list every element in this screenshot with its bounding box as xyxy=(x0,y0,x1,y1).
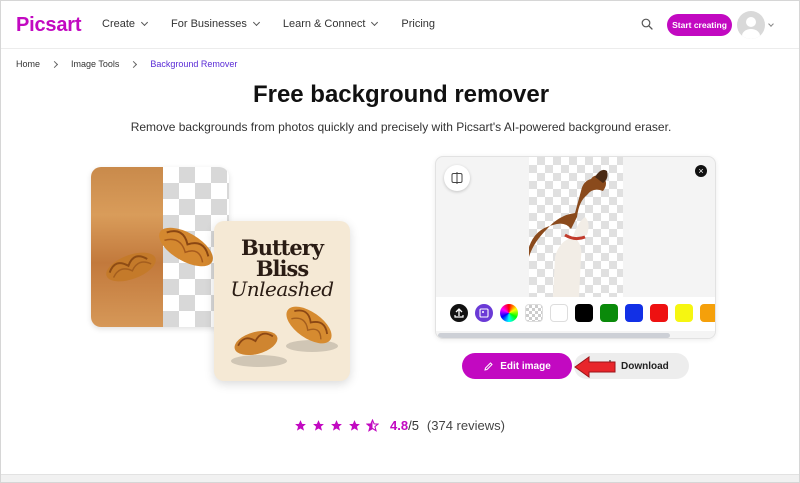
background-swatch-bar xyxy=(436,297,715,331)
nav-for-businesses[interactable]: For Businesses xyxy=(171,18,260,30)
croissant-image xyxy=(231,306,338,367)
star-icon xyxy=(295,420,306,431)
star-icon xyxy=(331,420,342,431)
nav-create[interactable]: Create xyxy=(102,18,149,30)
nav-for-businesses-label: For Businesses xyxy=(171,18,247,30)
chevron-right-icon xyxy=(130,60,138,68)
croissant-image xyxy=(106,227,213,282)
edit-image-label: Edit image xyxy=(500,360,551,372)
avatar[interactable] xyxy=(737,11,765,39)
page-subtitle: Remove backgrounds from photos quickly a… xyxy=(130,120,672,134)
breadcrumb-background-remover[interactable]: Background Remover xyxy=(150,59,237,69)
rating: 4.8 /5 (374 reviews) xyxy=(294,418,505,433)
chevron-down-icon xyxy=(371,18,379,27)
page-title: Free background remover xyxy=(252,81,550,108)
star-icon xyxy=(313,420,324,431)
horizontal-scrollbar[interactable] xyxy=(436,331,715,338)
chevron-down-icon xyxy=(140,18,149,27)
nav-create-label: Create xyxy=(102,18,136,30)
picsart-logo[interactable]: Picsart xyxy=(16,14,82,37)
swatch-yellow[interactable] xyxy=(675,304,693,322)
search-icon[interactable] xyxy=(641,18,653,30)
browser-viewport: Picsart Create For Businesses Learn & Co… xyxy=(0,0,800,483)
upload-icon[interactable] xyxy=(450,304,468,322)
scrollbar-thumb[interactable] xyxy=(438,333,670,338)
swatch-red[interactable] xyxy=(650,304,668,322)
image-replace-icon[interactable] xyxy=(475,304,493,322)
avatar-chevron-icon[interactable] xyxy=(768,21,774,27)
buttery-bliss-card: Buttery Bliss Unleashed xyxy=(214,221,350,381)
window-bottom-edge xyxy=(1,474,799,482)
nav-learn-connect[interactable]: Learn & Connect xyxy=(282,18,379,30)
start-creating-button[interactable]: Start creating xyxy=(667,14,732,36)
download-label: Download xyxy=(621,360,669,372)
rating-value: 4.8 xyxy=(390,418,409,433)
red-arrow-icon xyxy=(574,356,616,378)
compare-icon xyxy=(451,172,463,184)
review-count[interactable]: (374 reviews) xyxy=(427,418,505,433)
breadcrumb: Home Image Tools Background Remover xyxy=(16,59,237,69)
breadcrumb-home[interactable]: Home xyxy=(16,59,40,69)
swatch-blue[interactable] xyxy=(625,304,643,322)
editor-preview: × xyxy=(435,156,716,339)
swatch-white[interactable] xyxy=(550,304,568,322)
color-wheel-icon[interactable] xyxy=(500,304,518,322)
main-nav: Create For Businesses Learn & Connect Pr… xyxy=(102,18,459,30)
dog-image xyxy=(529,169,608,297)
edit-image-button[interactable]: Edit image xyxy=(462,353,572,379)
close-icon[interactable]: × xyxy=(695,165,707,177)
before-after-image xyxy=(91,167,229,327)
breadcrumb-image-tools[interactable]: Image Tools xyxy=(71,59,119,69)
nav-learn-connect-label: Learn & Connect xyxy=(282,18,366,30)
swatch-black[interactable] xyxy=(575,304,593,322)
half-star-icon xyxy=(366,419,379,432)
transparent-icon[interactable] xyxy=(525,304,543,322)
compare-button[interactable] xyxy=(444,165,470,191)
rating-max: /5 xyxy=(408,418,419,433)
star-icon xyxy=(349,420,360,431)
nav-pricing[interactable]: Pricing xyxy=(401,18,435,30)
top-navbar: Picsart Create For Businesses Learn & Co… xyxy=(1,1,799,49)
user-icon xyxy=(742,17,760,39)
chevron-down-icon xyxy=(252,18,260,27)
pencil-icon xyxy=(484,361,493,371)
swatch-green[interactable] xyxy=(600,304,618,322)
chevron-right-icon xyxy=(50,60,59,68)
result-image xyxy=(529,157,623,297)
nav-pricing-label: Pricing xyxy=(401,18,436,30)
swatch-orange[interactable] xyxy=(700,304,715,322)
